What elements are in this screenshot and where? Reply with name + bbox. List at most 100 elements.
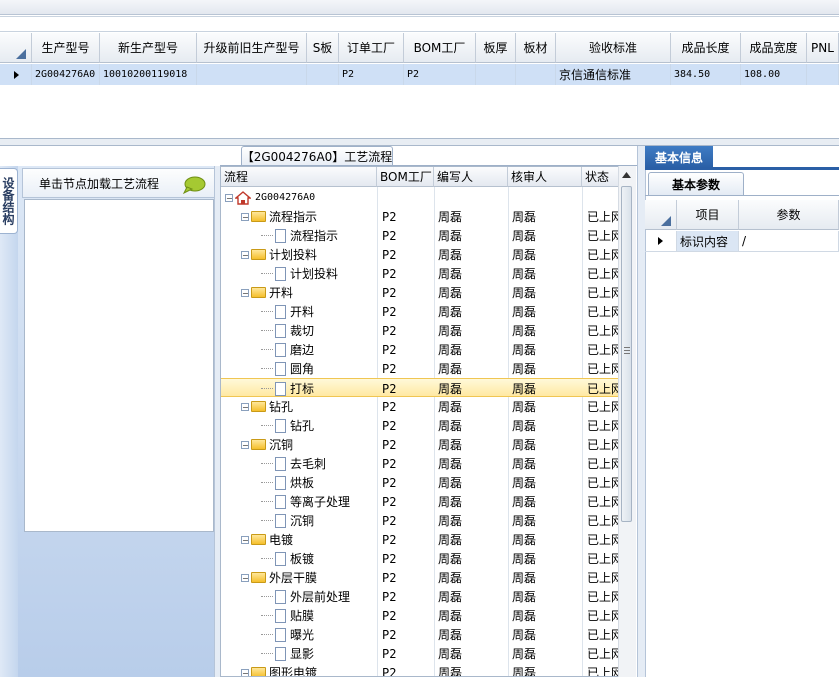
tree-row[interactable]: − 沉铜 P2 周磊 周磊 已上网 [221, 435, 619, 454]
grid-header-0[interactable]: 生产型号 [32, 33, 100, 63]
tree-cell-author: 周磊 [438, 571, 463, 585]
tree-row[interactable]: 曝光 P2 周磊 周磊 已上网 [221, 625, 619, 644]
tree-cell-factory: P2 [382, 532, 397, 547]
tree-row[interactable]: 板镀 P2 周磊 周磊 已上网 [221, 549, 619, 568]
tree-node-label: 曝光 [290, 628, 315, 642]
grid-cell-5[interactable]: P2 [404, 64, 476, 85]
tree-row[interactable]: − 图形电镀 P2 周磊 周磊 已上网 [221, 663, 619, 676]
collapse-icon[interactable]: − [225, 193, 233, 202]
scroll-up-icon[interactable] [620, 168, 633, 182]
grid-cell-8[interactable]: 京信通信标准 [556, 64, 671, 85]
tab-process-flow[interactable]: 【2G004276A0】工艺流程 [241, 146, 393, 166]
grid-header-1[interactable]: 新生产型号 [100, 33, 197, 63]
grid-cell-3[interactable] [307, 64, 339, 85]
tree-connector [261, 653, 273, 654]
tree-cell-status: 已上网 [587, 362, 619, 376]
tree-row[interactable]: 外层前处理 P2 周磊 周磊 已上网 [221, 587, 619, 606]
grid-header-6[interactable]: 板厚 [476, 33, 516, 63]
tree-row[interactable]: 烘板 P2 周磊 周磊 已上网 [221, 473, 619, 492]
tree-row[interactable]: 沉铜 P2 周磊 周磊 已上网 [221, 511, 619, 530]
tree-cell-author: 周磊 [438, 382, 463, 396]
tree-row[interactable]: 去毛刺 P2 周磊 周磊 已上网 [221, 454, 619, 473]
grid-header-7[interactable]: 板材 [516, 33, 556, 63]
corner-triangle-icon [660, 215, 671, 226]
grid-header-3[interactable]: S板 [307, 33, 339, 63]
tab-basic-params[interactable]: 基本参数 [648, 172, 744, 195]
tree-row[interactable]: 裁切 P2 周磊 周磊 已上网 [221, 321, 619, 340]
horizontal-splitter[interactable] [0, 139, 839, 146]
tree-row[interactable]: 开料 P2 周磊 周磊 已上网 [221, 302, 619, 321]
grid-cell-11[interactable] [807, 64, 839, 85]
tree-connector [261, 558, 273, 559]
grid-cell-10[interactable]: 108.00 [741, 64, 807, 85]
device-tree-area[interactable] [24, 199, 214, 532]
collapse-icon[interactable]: − [241, 250, 249, 259]
collapse-icon[interactable]: − [241, 212, 249, 221]
grid-cell-6[interactable] [476, 64, 516, 85]
grid-header-4[interactable]: 订单工厂 [339, 33, 404, 63]
grid-cell-7[interactable] [516, 64, 556, 85]
tree-header-0[interactable]: 流程 [221, 167, 377, 187]
tree-row[interactable]: 贴膜 P2 周磊 周磊 已上网 [221, 606, 619, 625]
tree-node-label: 沉铜 [269, 438, 294, 452]
tree-cell-factory: P2 [382, 381, 397, 396]
grid-cell-2[interactable] [197, 64, 307, 85]
params-cell-item[interactable]: 标识内容 [677, 231, 739, 252]
grid-cell-0[interactable]: 2G004276A0 [32, 64, 100, 85]
tree-header-2[interactable]: 编写人 [434, 167, 508, 187]
scrollbar-thumb[interactable] [621, 186, 632, 522]
tree-row[interactable]: − 流程指示 P2 周磊 周磊 已上网 [221, 207, 619, 226]
tree-cell-reviewer: 周磊 [512, 647, 537, 661]
tree-row[interactable]: 钻孔 P2 周磊 周磊 已上网 [221, 416, 619, 435]
tree-connector [261, 368, 273, 369]
grid-header-2[interactable]: 升级前旧生产型号 [197, 33, 307, 63]
tree-header-1[interactable]: BOM工厂 [377, 167, 434, 187]
tree-node-label: 圆角 [290, 362, 315, 376]
tree-row[interactable]: 计划投料 P2 周磊 周磊 已上网 [221, 264, 619, 283]
grid-cell-4[interactable]: P2 [339, 64, 404, 85]
tree-cell-status: 已上网 [587, 438, 619, 452]
tree-header-4[interactable]: 状态 [582, 167, 620, 187]
tree-row[interactable]: − 钻孔 P2 周磊 周磊 已上网 [221, 397, 619, 416]
collapse-icon[interactable]: − [241, 535, 249, 544]
params-header-item[interactable]: 项目 [677, 200, 739, 230]
basic-info-title: 基本信息 [645, 146, 713, 168]
subtab-underline [645, 195, 839, 196]
params-cell-value[interactable]: / [739, 231, 839, 252]
collapse-icon[interactable]: − [241, 288, 249, 297]
tree-connector [261, 349, 273, 350]
grid-header-9[interactable]: 成品长度 [671, 33, 741, 63]
params-header-value[interactable]: 参数 [739, 200, 839, 230]
tree-row[interactable]: 显影 P2 周磊 周磊 已上网 [221, 644, 619, 663]
collapse-icon[interactable]: − [241, 668, 249, 676]
tree-node-label: 等离子处理 [290, 495, 351, 509]
collapse-icon[interactable]: − [241, 402, 249, 411]
tree-row[interactable]: − 计划投料 P2 周磊 周磊 已上网 [221, 245, 619, 264]
tree-root-row[interactable]: − 2G004276A0 [221, 188, 619, 207]
tree-row[interactable]: 等离子处理 P2 周磊 周磊 已上网 [221, 492, 619, 511]
grid-cell-1[interactable]: 10010200119018 [100, 64, 197, 85]
grid-header-8[interactable]: 验收标准 [556, 33, 671, 63]
grid-header-5[interactable]: BOM工厂 [404, 33, 476, 63]
tab-device-structure[interactable]: 设备结构 [0, 168, 18, 234]
tree-row[interactable]: − 电镀 P2 周磊 周磊 已上网 [221, 530, 619, 549]
tree-cell-status: 已上网 [587, 647, 619, 661]
tree-row[interactable]: 磨边 P2 周磊 周磊 已上网 [221, 340, 619, 359]
collapse-icon[interactable]: − [241, 573, 249, 582]
grid-cell-9[interactable]: 384.50 [671, 64, 741, 85]
tree-cell-reviewer: 周磊 [512, 571, 537, 585]
tree-row[interactable]: 打标 P2 周磊 周磊 已上网 [221, 378, 619, 397]
document-icon [275, 513, 286, 528]
document-icon [275, 304, 286, 319]
tree-cell-factory: P2 [382, 608, 397, 623]
grid-header-10[interactable]: 成品宽度 [741, 33, 807, 63]
grid-header-11[interactable]: PNL [807, 33, 839, 63]
tree-header-3[interactable]: 核审人 [508, 167, 582, 187]
tree-cell-factory: P2 [382, 494, 397, 509]
tree-row[interactable]: − 外层干膜 P2 周磊 周磊 已上网 [221, 568, 619, 587]
tree-row[interactable]: 圆角 P2 周磊 周磊 已上网 [221, 359, 619, 378]
tree-row[interactable]: − 开料 P2 周磊 周磊 已上网 [221, 283, 619, 302]
document-icon [275, 627, 286, 642]
collapse-icon[interactable]: − [241, 440, 249, 449]
tree-row[interactable]: 流程指示 P2 周磊 周磊 已上网 [221, 226, 619, 245]
